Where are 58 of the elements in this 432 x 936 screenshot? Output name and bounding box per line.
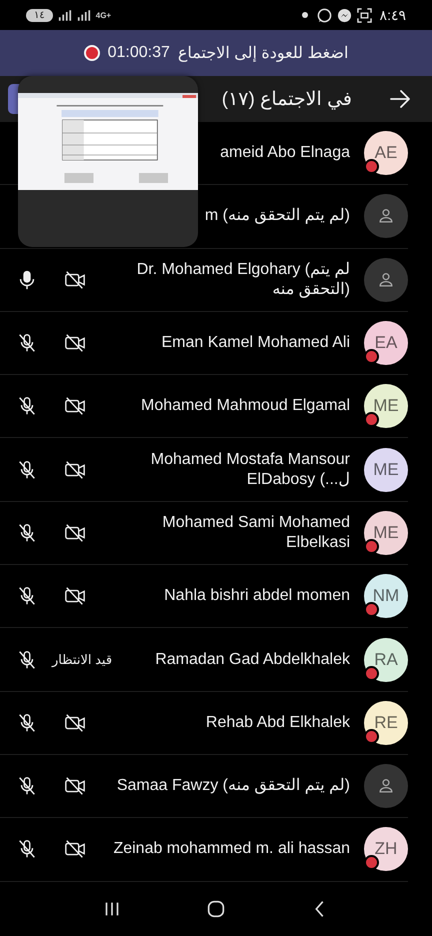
participant-name: Mohamed Sami Mohamed Elbelkasi: [161, 512, 351, 553]
mic-off-icon[interactable]: [16, 775, 38, 798]
mic-off-icon[interactable]: [16, 458, 38, 481]
participant-name: Mohamed Mahmoud Elgamal: [140, 396, 351, 416]
network-type: 4G+: [96, 10, 112, 20]
screenshot-icon: [356, 8, 372, 22]
avatar: ME: [364, 510, 408, 555]
camera-off-icon[interactable]: [64, 585, 86, 608]
person-icon: [364, 258, 408, 302]
messenger-icon: [336, 8, 352, 22]
signal-icon: [76, 10, 91, 20]
participant-name: Dr. Mohamed Elgohary (لم يتم التحقق منه): [136, 260, 351, 300]
camera-off-icon[interactable]: [64, 775, 86, 798]
camera-off-icon[interactable]: [64, 712, 86, 734]
chat-bubble-icon: [316, 8, 332, 22]
notification-dot-icon: [302, 12, 308, 18]
avatar: NM: [364, 574, 408, 618]
mic-off-icon[interactable]: [16, 522, 38, 544]
participant-name: Mohamed Mostafa Mansour ElDabosy (...ل: [150, 450, 351, 490]
avatar: EA: [364, 321, 408, 366]
participant-name: ameid Abo Elnaga: [219, 143, 351, 164]
avatar: ZH: [364, 827, 408, 872]
participant-name: Samaa Fawzy (لم يتم التحقق منه): [116, 776, 351, 796]
camera-off-icon[interactable]: [64, 838, 86, 860]
banner-text: اضغط للعودة إلى الاجتماع: [178, 44, 348, 63]
clock: ٨:٤٩: [380, 6, 406, 24]
signal-icon: [58, 10, 72, 20]
participant-name: Nahla bishri abdel momen: [163, 586, 351, 606]
person-icon: [364, 764, 408, 808]
camera-off-icon[interactable]: [64, 458, 86, 481]
camera-off-icon[interactable]: [64, 522, 86, 544]
mic-off-icon[interactable]: [16, 648, 38, 671]
camera-off-icon[interactable]: [64, 268, 86, 291]
participant-name: Zeinab mohammed m. ali hassan: [112, 839, 351, 860]
mic-off-icon[interactable]: [16, 712, 38, 734]
avatar: RE: [364, 700, 408, 745]
arrow-icon[interactable]: [388, 87, 412, 111]
mic-off-icon[interactable]: [16, 332, 38, 354]
mic-off-icon[interactable]: [16, 838, 38, 860]
camera-off-icon[interactable]: [64, 395, 86, 418]
camera-off-icon[interactable]: [64, 332, 86, 354]
participant-name: Rehab Abd Elkhalek: [204, 712, 351, 733]
mic-off-icon[interactable]: [16, 585, 38, 608]
avatar: ME: [364, 384, 408, 428]
status-text: قيد الانتظار: [52, 652, 112, 668]
battery-level: ١٤: [26, 8, 53, 22]
participant-name: Ramadan Gad Abdelkhalek: [154, 650, 351, 670]
mic-off-icon[interactable]: [16, 395, 38, 418]
header-title: في الاجتماع (١٧): [222, 88, 352, 110]
call-timer: 01:00:37: [108, 44, 170, 62]
participant-name: Eman Kamel Mohamed Ali: [160, 333, 351, 354]
avatar: AE: [364, 131, 408, 176]
person-icon: [364, 194, 408, 238]
participant-name: m (لم يتم التحقق منه): [204, 206, 351, 226]
avatar: ME: [364, 448, 408, 492]
avatar: RA: [364, 638, 408, 682]
home-icon[interactable]: [205, 898, 227, 920]
video-preview-window[interactable]: [18, 76, 198, 247]
